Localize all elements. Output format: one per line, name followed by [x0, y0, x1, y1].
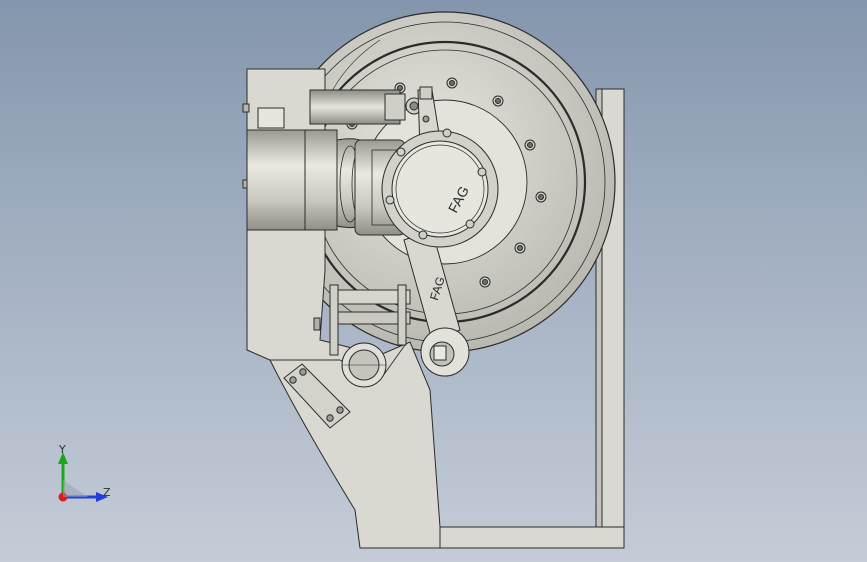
wheelset-model[interactable]: FAG FAG	[0, 0, 867, 562]
triad-z-label: Z	[103, 486, 111, 499]
axle-housing[interactable]	[246, 129, 406, 236]
triad-y-label: Y	[59, 443, 66, 456]
lower-roller	[341, 342, 387, 388]
upper-rod[interactable]	[309, 89, 423, 125]
cad-viewport[interactable]: FAG FAG Y Z	[0, 0, 867, 562]
triad-plane-icon	[63, 480, 88, 497]
